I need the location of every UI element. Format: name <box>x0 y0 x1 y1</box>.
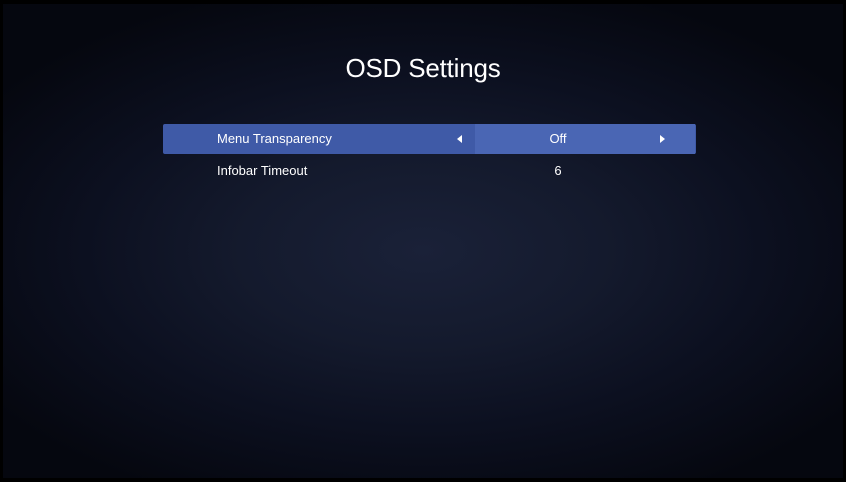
setting-value: Off <box>549 131 567 146</box>
arrow-left-icon[interactable] <box>457 135 462 143</box>
setting-label: Menu Transparency <box>217 131 332 146</box>
setting-label: Infobar Timeout <box>217 163 308 178</box>
arrow-right-icon[interactable] <box>660 135 665 143</box>
setting-row-infobar-timeout[interactable]: Infobar Timeout 6 <box>163 156 696 186</box>
page-title: OSD Settings <box>345 53 501 83</box>
osd-settings-screen: OSD Settings Menu Transparency Off Infob… <box>3 4 843 478</box>
setting-value: 6 <box>554 163 562 178</box>
setting-value-box: 6 <box>475 156 695 186</box>
setting-row-menu-transparency[interactable]: Menu Transparency Off <box>163 124 696 154</box>
